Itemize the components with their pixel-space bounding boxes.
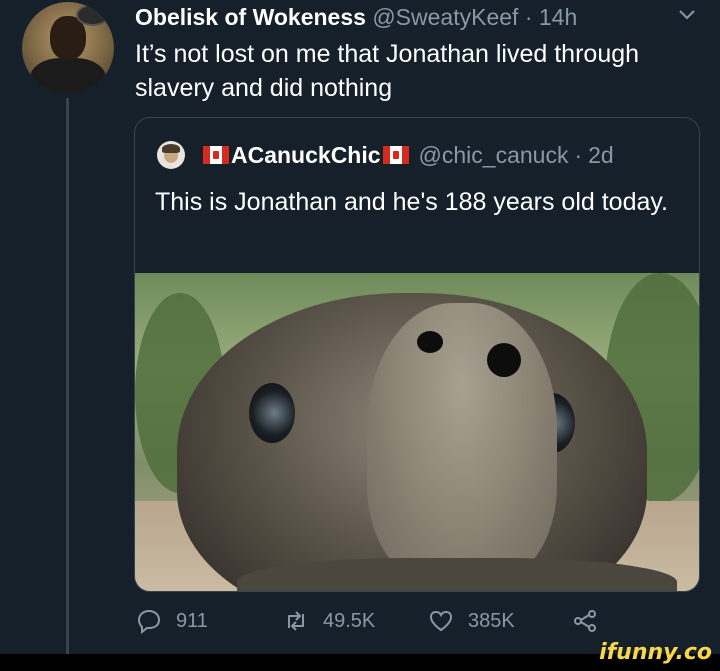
- share-button[interactable]: [572, 608, 612, 634]
- quoted-tweet-time: 2d: [588, 141, 614, 168]
- author-avatar[interactable]: [22, 2, 114, 94]
- canada-flag-icon: [382, 146, 409, 164]
- retweet-arrows-icon: [288, 611, 304, 631]
- tweet-text: It’s not lost on me that Jonathan lived …: [135, 40, 640, 102]
- ifunny-watermark: ifunny.co: [599, 640, 712, 665]
- like-count: 385K: [468, 609, 515, 632]
- tweet-author: Obelisk of Wokeness @SweatyKeef · 14h: [135, 3, 577, 31]
- retweet-count: 49.5K: [323, 609, 376, 632]
- reply-count: 911: [176, 609, 208, 632]
- quoted-tweet[interactable]: ACanuckChic @chic_canuck · 2d This is Jo…: [134, 117, 700, 592]
- heart-icon: [429, 610, 453, 632]
- separator-dot: ·: [574, 141, 583, 168]
- speech-bubble-icon: [137, 609, 161, 634]
- reply-button[interactable]: 911: [136, 608, 208, 634]
- separator-dot: ·: [524, 4, 533, 30]
- canada-flag-icon: [203, 146, 229, 164]
- tortoise-photo[interactable]: [135, 273, 699, 591]
- tweet-actions: 911 49.5K 385K: [0, 608, 720, 640]
- quoted-author-handle: @chic_canuck: [418, 141, 569, 168]
- thread-line: [66, 98, 69, 654]
- quoted-author-name: ACanuckChic: [231, 141, 381, 168]
- share-icon: [574, 610, 596, 632]
- retweet-button[interactable]: 49.5K: [283, 608, 375, 634]
- like-button[interactable]: 385K: [428, 608, 515, 634]
- tweet-time[interactable]: 14h: [539, 4, 577, 30]
- quoted-author-avatar: [157, 141, 185, 169]
- quoted-tweet-header: ACanuckChic @chic_canuck · 2d: [157, 140, 614, 170]
- author-handle[interactable]: @SweatyKeef: [372, 4, 518, 30]
- quoted-tweet-text: This is Jonathan and he's 188 years old …: [155, 188, 668, 216]
- chevron-down-icon[interactable]: [676, 4, 698, 26]
- author-name[interactable]: Obelisk of Wokeness: [135, 4, 366, 30]
